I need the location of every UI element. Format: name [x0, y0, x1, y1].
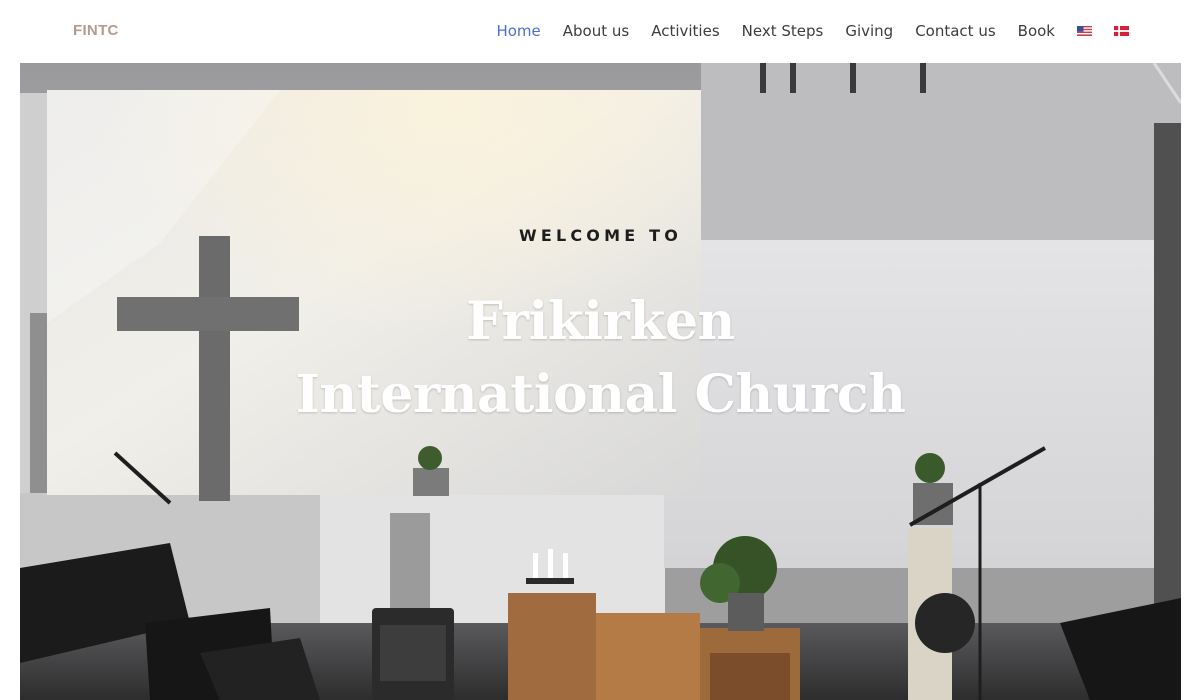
- us-flag-icon[interactable]: [1077, 26, 1092, 36]
- nav-item-book[interactable]: Book: [1018, 20, 1055, 42]
- site-logo[interactable]: FINTC: [73, 22, 119, 39]
- site-header: FINTC Home About us Activities Next Step…: [0, 0, 1200, 63]
- nav-item-about-us[interactable]: About us: [563, 20, 629, 42]
- hero-title: Frikirken International Church: [20, 285, 1181, 431]
- hero-kicker: WELCOME TO: [518, 226, 683, 245]
- hero-section: WELCOME TO Frikirken International Churc…: [20, 63, 1181, 700]
- nav-item-activities[interactable]: Activities: [651, 20, 719, 42]
- nav-item-contact-us[interactable]: Contact us: [915, 20, 995, 42]
- main-nav: Home About us Activities Next Steps Givi…: [474, 20, 1129, 42]
- nav-item-home[interactable]: Home: [496, 20, 540, 42]
- nav-item-next-steps[interactable]: Next Steps: [742, 20, 824, 42]
- nav-item-giving[interactable]: Giving: [845, 20, 893, 42]
- hero-title-line-1: Frikirken: [466, 291, 735, 352]
- hero-title-line-2: International Church: [295, 364, 906, 425]
- danish-flag-icon[interactable]: [1114, 26, 1129, 36]
